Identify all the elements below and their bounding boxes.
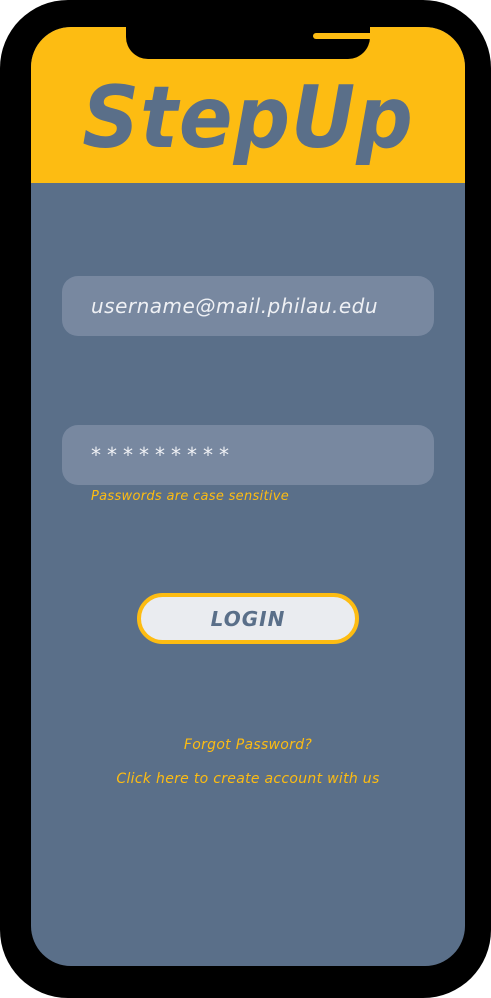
device-notch bbox=[126, 27, 399, 59]
camera-icon bbox=[387, 27, 399, 39]
password-hint: Passwords are case sensitive bbox=[91, 489, 290, 504]
phone-frame: StepUp Passwords are case sensitive LOGI… bbox=[0, 0, 491, 998]
forgot-password-link[interactable]: Forgot Password? bbox=[31, 737, 465, 753]
create-account-link[interactable]: Click here to create account with us bbox=[31, 771, 465, 787]
password-input[interactable] bbox=[62, 425, 434, 485]
app-screen: StepUp Passwords are case sensitive LOGI… bbox=[31, 27, 465, 966]
app-title: StepUp bbox=[82, 68, 414, 168]
login-button[interactable]: LOGIN bbox=[137, 593, 359, 644]
speaker-icon bbox=[313, 33, 374, 39]
username-input[interactable] bbox=[62, 276, 434, 336]
